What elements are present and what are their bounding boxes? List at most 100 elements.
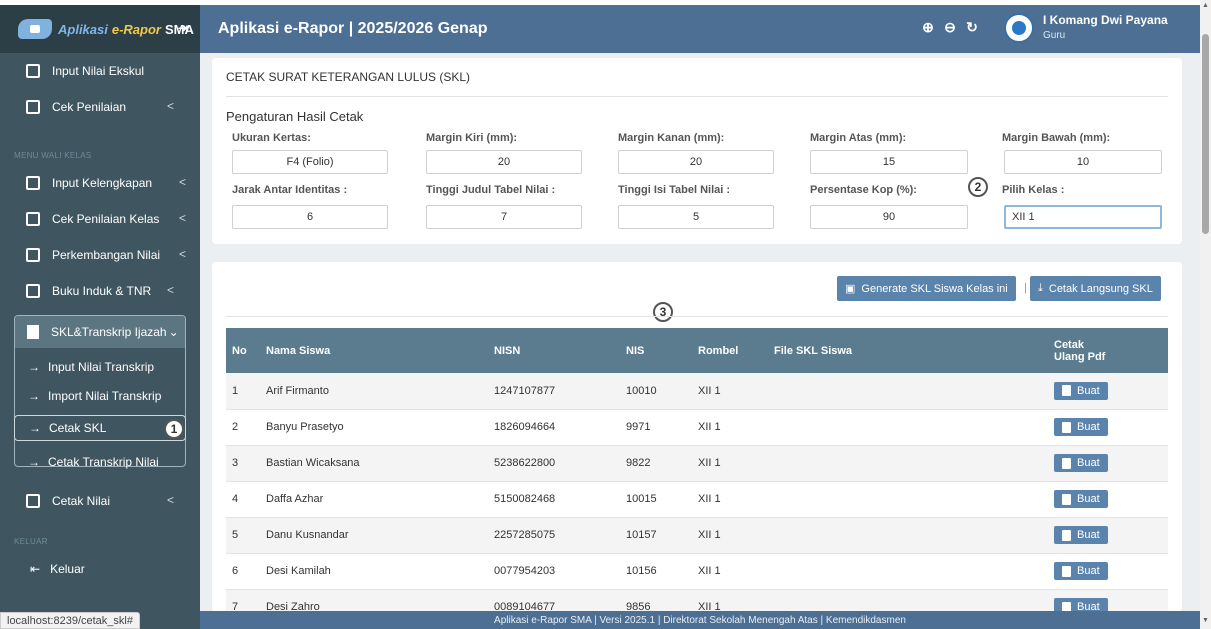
cell-nama: Banyu Prasetyo <box>260 409 488 446</box>
scroll-down-icon[interactable]: ▼ <box>1202 617 1209 624</box>
sidebar-sub-cetak-skl[interactable]: → Cetak SKL <box>14 415 186 441</box>
button-separator: | <box>1024 282 1027 294</box>
col-header-nama: Nama Siswa <box>260 328 488 373</box>
buat-pdf-button[interactable]: Buat <box>1054 418 1108 436</box>
buat-pdf-button[interactable]: Buat <box>1054 598 1108 612</box>
cell-rombel: XII 1 <box>692 517 768 554</box>
cell-nisn: 0077954203 <box>488 553 620 590</box>
margin-kanan-input[interactable]: 20 <box>618 150 774 174</box>
table-row: 7 Desi Zahro 0089104677 9856 XII 1 Buat <box>226 589 1168 612</box>
sidebar-item-input-nilai-ekskul[interactable]: Input Nilai Ekskul <box>0 53 200 89</box>
cell-nama: Desi Zahro <box>260 589 488 612</box>
cell-nisn: 1247107877 <box>488 373 620 410</box>
sidebar: Input Nilai Ekskul Cek Penilaian < MENU … <box>0 53 200 629</box>
ukuran-kertas-select[interactable]: F4 (Folio) <box>232 150 388 174</box>
sidebar-item-buku-induk[interactable]: Buku Induk & TNR < <box>0 273 200 309</box>
sidebar-sub-import-nilai-transkrip[interactable]: → Import Nilai Transkrip <box>14 383 186 409</box>
user-name[interactable]: I Komang Dwi Payana <box>1043 13 1168 27</box>
generate-skl-button[interactable]: ▣ Generate SKL Siswa Kelas ini <box>837 276 1016 301</box>
buat-label: Buat <box>1077 384 1100 397</box>
status-bar-url: localhost:8239/cetak_skl# <box>0 612 140 629</box>
cetak-langsung-skl-button[interactable]: ⤓ Cetak Langsung SKL <box>1030 276 1161 301</box>
cell-nisn: 2257285075 <box>488 517 620 554</box>
sidebar-item-input-kelengkapan[interactable]: Input Kelengkapan < <box>0 165 200 201</box>
zoom-in-icon[interactable]: ⊕ <box>920 19 936 35</box>
buat-pdf-button[interactable]: Buat <box>1054 562 1108 580</box>
tinggi-isi-input[interactable]: 5 <box>618 205 774 229</box>
field-label-margin-kanan: Margin Kanan (mm): <box>618 132 725 144</box>
table-row: 5 Danu Kusnandar 2257285075 10157 XII 1 … <box>226 517 1168 554</box>
col-header-file-skl: File SKL Siswa <box>768 328 1048 373</box>
table-row: 4 Daffa Azhar 5150082468 10015 XII 1 Bua… <box>226 481 1168 518</box>
cell-file-skl <box>768 589 1048 612</box>
sidebar-toggle-icon[interactable]: ⇥ <box>178 21 188 35</box>
cell-nis: 9822 <box>620 445 692 482</box>
table-row: 1 Arif Firmanto 1247107877 10010 XII 1 B… <box>226 373 1168 410</box>
step-badge-1: 1 <box>164 419 184 439</box>
sidebar-item-cetak-nilai[interactable]: Cetak Nilai < <box>0 483 200 519</box>
cell-file-skl <box>768 409 1048 446</box>
scrollbar-thumb[interactable] <box>1202 34 1209 234</box>
reset-zoom-icon[interactable]: ↻ <box>964 19 980 35</box>
checkbox-icon <box>26 176 40 190</box>
sidebar-item-label: Buku Induk & TNR <box>52 284 152 298</box>
buat-pdf-button[interactable]: Buat <box>1054 490 1108 508</box>
brand[interactable]: Aplikasi e-Rapor SMA ⇥ <box>0 5 200 53</box>
zoom-out-icon[interactable]: ⊖ <box>942 19 958 35</box>
brand-text-aplikasi: Aplikasi <box>58 21 108 37</box>
document-icon <box>1062 457 1071 469</box>
cell-nama: Desi Kamilah <box>260 553 488 590</box>
avatar[interactable] <box>1004 13 1034 43</box>
margin-atas-input[interactable]: 15 <box>810 150 968 174</box>
page-scrollbar[interactable]: ▲ ▼ <box>1200 0 1211 629</box>
cell-nama: Danu Kusnandar <box>260 517 488 554</box>
sidebar-sub-cetak-transkrip-nilai[interactable]: → Cetak Transkrip Nilai <box>14 449 186 475</box>
chevron-down-icon: ⌄ <box>168 325 179 339</box>
table-row: 3 Bastian Wicaksana 5238622800 9822 XII … <box>226 445 1168 482</box>
margin-bawah-input[interactable]: 10 <box>1004 150 1162 174</box>
sidebar-section-keluar: KELUAR <box>14 537 48 546</box>
field-label-jarak-identitas: Jarak Antar Identitas : <box>232 184 348 196</box>
buat-pdf-button[interactable]: Buat <box>1054 381 1108 400</box>
sidebar-sub-input-nilai-transkrip[interactable]: → Input Nilai Transkrip <box>14 354 186 380</box>
margin-kiri-input[interactable]: 20 <box>426 150 582 174</box>
printer-icon <box>26 494 40 508</box>
sidebar-sub-label: Cetak SKL <box>49 421 107 435</box>
cell-file-skl <box>768 553 1048 590</box>
student-list-card: ▣ Generate SKL Siswa Kelas ini | ⤓ Cetak… <box>212 262 1182 612</box>
col-header-rombel: Rombel <box>692 328 768 373</box>
cell-nis: 10010 <box>620 373 692 410</box>
sidebar-item-keluar[interactable]: ⇤ Keluar <box>0 551 200 587</box>
scroll-up-icon[interactable]: ▲ <box>1202 2 1209 9</box>
cell-nisn: 1826094664 <box>488 409 620 446</box>
cell-cetak: Buat <box>1048 553 1168 590</box>
tinggi-judul-input[interactable]: 7 <box>426 205 582 229</box>
jarak-identitas-input[interactable]: 6 <box>232 205 388 229</box>
sidebar-item-cek-penilaian-kelas[interactable]: Cek Penilaian Kelas < <box>0 201 200 237</box>
cell-nama: Arif Firmanto <box>260 373 488 410</box>
persentase-kop-input[interactable]: 90 <box>810 205 968 229</box>
cell-rombel: XII 1 <box>692 373 768 410</box>
sidebar-item-label: Cek Penilaian <box>52 100 127 114</box>
pilih-kelas-select[interactable]: XII 1 <box>1004 205 1162 229</box>
footer: Aplikasi e-Rapor SMA | Versi 2025.1 | Di… <box>200 611 1200 629</box>
sidebar-item-perkembangan-nilai[interactable]: Perkembangan Nilai < <box>0 237 200 273</box>
save-icon: ▣ <box>845 283 856 295</box>
field-label-pilih-kelas: Pilih Kelas : <box>1002 184 1065 196</box>
sidebar-item-skl-transkrip[interactable]: SKL&Transkrip Ijazah ⌄ <box>15 316 185 348</box>
cell-rombel: XII 1 <box>692 589 768 612</box>
sidebar-item-label: SKL&Transkrip Ijazah <box>51 325 167 339</box>
document-icon <box>1062 565 1071 577</box>
buat-pdf-button[interactable]: Buat <box>1054 454 1108 472</box>
cell-nisn: 5238622800 <box>488 445 620 482</box>
buat-pdf-button[interactable]: Buat <box>1054 526 1108 544</box>
cell-file-skl <box>768 373 1048 410</box>
table-row: 6 Desi Kamilah 0077954203 10156 XII 1 Bu… <box>226 553 1168 590</box>
field-label-margin-kiri: Margin Kiri (mm): <box>426 132 518 144</box>
col-header-no: No <box>226 328 260 373</box>
cell-file-skl <box>768 481 1048 518</box>
bar-chart-icon <box>26 248 40 262</box>
sidebar-item-cek-penilaian[interactable]: Cek Penilaian < <box>0 89 200 125</box>
cetak-langsung-label: Cetak Langsung SKL <box>1048 282 1153 295</box>
chevron-left-icon: < <box>178 247 186 261</box>
